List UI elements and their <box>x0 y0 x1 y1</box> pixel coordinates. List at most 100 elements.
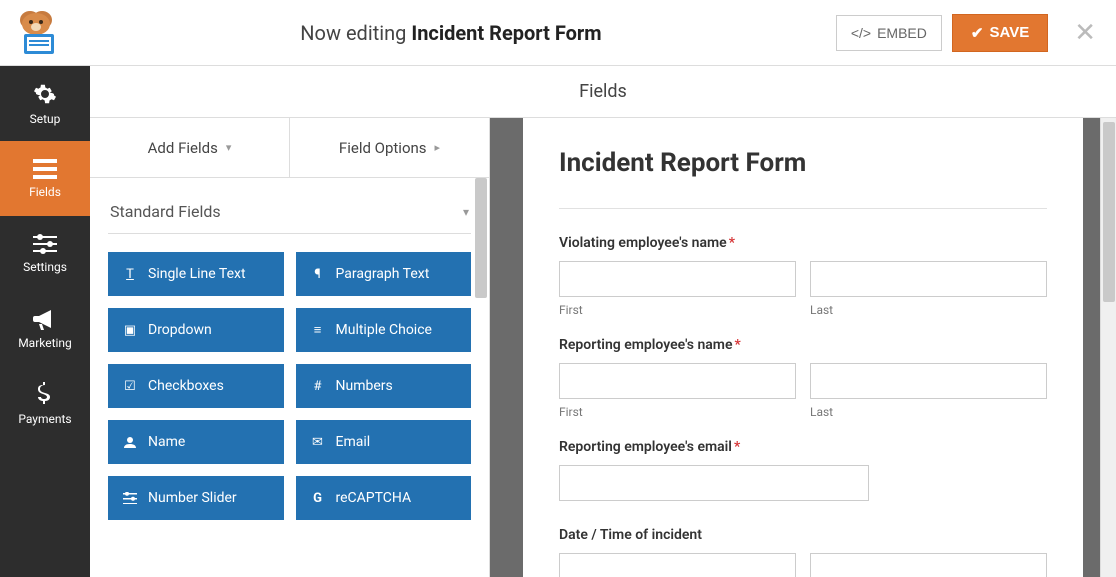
form-name: Incident Report Form <box>411 21 601 45</box>
name-col-first: First <box>559 261 796 317</box>
tab-add-fields[interactable]: Add Fields ▾ <box>90 118 290 177</box>
section-standard-fields[interactable]: Standard Fields ▾ <box>108 196 471 234</box>
reporting-email-input[interactable] <box>559 465 869 501</box>
field-label: Checkboxes <box>148 378 224 394</box>
field-dropdown[interactable]: ▣ Dropdown <box>108 308 284 352</box>
sidebar-item-payments[interactable]: Payments <box>0 366 90 441</box>
field-label: Single Line Text <box>148 266 246 282</box>
name-col-first: First <box>559 363 796 419</box>
sidebar-item-settings[interactable]: Settings <box>0 216 90 291</box>
save-button[interactable]: ✔ SAVE <box>952 14 1048 52</box>
sliders-h-icon <box>122 492 138 504</box>
field-single-line-text[interactable]: T Single Line Text <box>108 252 284 296</box>
sublabel-last: Last <box>810 303 1047 317</box>
date-input[interactable] <box>559 553 796 577</box>
list-icon <box>33 159 57 179</box>
field-label: Name <box>148 434 185 450</box>
main: Setup Fields Settings Marketing Payments <box>0 66 1116 577</box>
google-icon: G <box>310 491 326 506</box>
single-input <box>559 465 1047 501</box>
required-marker: * <box>729 235 735 251</box>
field-label: Numbers <box>336 378 393 394</box>
field-multiple-choice[interactable]: ≡ Multiple Choice <box>296 308 472 352</box>
time-input[interactable] <box>810 553 1047 577</box>
field-label: Dropdown <box>148 322 212 338</box>
required-marker: * <box>735 337 741 353</box>
user-icon <box>122 436 138 448</box>
sidebar-item-label: Fields <box>29 185 61 199</box>
form-canvas-wrap: Incident Report Form Violating employee'… <box>490 118 1116 577</box>
datetime-row <box>559 553 1047 577</box>
sublabel-first: First <box>559 405 796 419</box>
sublabel-last: Last <box>810 405 1047 419</box>
field-numbers[interactable]: # Numbers <box>296 364 472 408</box>
content: Add Fields ▾ Field Options ▸ Standard Fi… <box>90 118 1116 577</box>
right-column: Fields Add Fields ▾ Field Options ▸ <box>90 66 1116 577</box>
panel-scrollbar[interactable] <box>473 178 489 577</box>
label-violating-name: Violating employee's name* <box>559 235 1047 251</box>
name-row: First Last <box>559 261 1047 317</box>
dollar-icon <box>37 382 53 406</box>
page-title: Now editing Incident Report Form <box>66 21 836 45</box>
close-icon[interactable]: ✕ <box>1074 18 1096 48</box>
hash-icon: # <box>310 379 326 394</box>
embed-button[interactable]: </> EMBED <box>836 15 942 51</box>
chevron-down-icon: ▾ <box>226 141 232 154</box>
tab-label: Add Fields <box>148 139 218 157</box>
form-title: Incident Report Form <box>559 148 1047 178</box>
tab-label: Field Options <box>339 139 427 157</box>
chevron-down-icon: ▾ <box>463 205 469 219</box>
envelope-icon: ✉ <box>310 435 326 450</box>
field-label: Multiple Choice <box>336 322 432 338</box>
form-canvas[interactable]: Incident Report Form Violating employee'… <box>523 118 1083 577</box>
editing-prefix: Now editing <box>300 21 406 45</box>
name-row: First Last <box>559 363 1047 419</box>
panel-tabs: Add Fields ▾ Field Options ▸ <box>90 118 489 178</box>
sublabel-first: First <box>559 303 796 317</box>
sidebar-item-label: Payments <box>18 412 71 426</box>
divider <box>559 208 1047 209</box>
canvas-scroll-thumb[interactable] <box>1103 122 1115 302</box>
sidebar-item-label: Marketing <box>18 336 72 350</box>
check-icon: ☑ <box>122 379 138 394</box>
reporting-last-input[interactable] <box>810 363 1047 399</box>
reporting-first-input[interactable] <box>559 363 796 399</box>
field-email[interactable]: ✉ Email <box>296 420 472 464</box>
field-label: Paragraph Text <box>336 266 430 282</box>
field-paragraph-text[interactable]: ¶ Paragraph Text <box>296 252 472 296</box>
tab-field-options[interactable]: Field Options ▸ <box>290 118 489 177</box>
date-col <box>559 553 796 577</box>
fields-header: Fields <box>90 66 1116 118</box>
panel-body: Standard Fields ▾ T Single Line Text ¶ P… <box>90 178 489 577</box>
field-name[interactable]: Name <box>108 420 284 464</box>
dropdown-icon: ▣ <box>122 323 138 338</box>
sliders-icon <box>33 234 57 254</box>
name-col-last: Last <box>810 363 1047 419</box>
violating-first-input[interactable] <box>559 261 796 297</box>
required-marker: * <box>734 439 740 455</box>
app-logo <box>6 8 66 58</box>
field-checkboxes[interactable]: ☑ Checkboxes <box>108 364 284 408</box>
sidebar: Setup Fields Settings Marketing Payments <box>0 66 90 577</box>
sidebar-item-setup[interactable]: Setup <box>0 66 90 141</box>
panel-scroll-thumb[interactable] <box>475 178 487 298</box>
sidebar-item-marketing[interactable]: Marketing <box>0 291 90 366</box>
field-number-slider[interactable]: Number Slider <box>108 476 284 520</box>
gear-icon <box>33 82 57 106</box>
save-label: SAVE <box>989 24 1029 41</box>
multichoice-icon: ≡ <box>310 322 326 338</box>
sidebar-item-label: Setup <box>30 112 61 126</box>
sidebar-item-fields[interactable]: Fields <box>0 141 90 216</box>
canvas-scrollbar[interactable] <box>1100 118 1116 577</box>
violating-last-input[interactable] <box>810 261 1047 297</box>
field-label: reCAPTCHA <box>336 490 412 506</box>
section-label: Standard Fields <box>110 202 221 221</box>
embed-label: EMBED <box>877 25 927 41</box>
text-icon: T <box>122 267 138 282</box>
sidebar-item-label: Settings <box>23 260 67 274</box>
field-label: Number Slider <box>148 490 237 506</box>
name-col-last: Last <box>810 261 1047 317</box>
fields-header-label: Fields <box>579 81 627 102</box>
label-datetime: Date / Time of incident <box>559 527 1047 543</box>
field-recaptcha[interactable]: G reCAPTCHA <box>296 476 472 520</box>
